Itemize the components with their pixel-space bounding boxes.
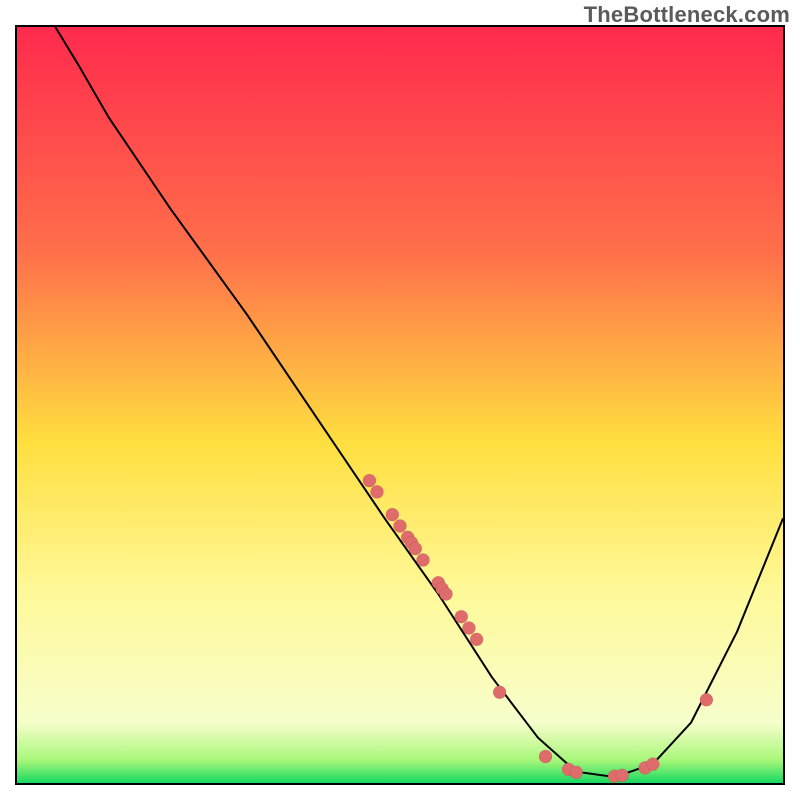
data-point: [394, 520, 407, 533]
data-point: [470, 633, 483, 646]
data-point: [616, 769, 629, 782]
data-point: [455, 610, 468, 623]
watermark-text: TheBottleneck.com: [584, 2, 790, 28]
chart-frame: [15, 25, 785, 785]
data-point: [493, 686, 506, 699]
data-point: [417, 554, 430, 567]
data-point: [700, 693, 713, 706]
data-point: [363, 474, 376, 487]
data-point: [539, 750, 552, 763]
data-point: [371, 485, 384, 498]
data-point: [570, 766, 583, 779]
chart-background: [17, 27, 783, 783]
data-point: [386, 508, 399, 521]
data-point: [462, 622, 475, 635]
data-point: [409, 542, 422, 555]
data-point: [440, 588, 453, 601]
chart-svg: [17, 27, 783, 783]
data-point: [646, 758, 659, 771]
